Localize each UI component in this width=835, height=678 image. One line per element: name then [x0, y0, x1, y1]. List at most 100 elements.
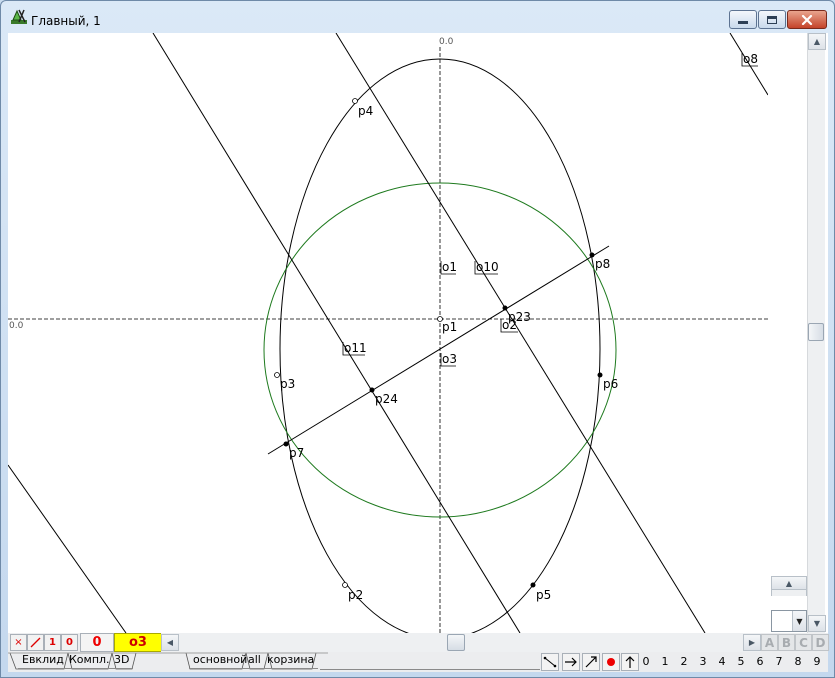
main-window: Главный, 1 0.0 0.0 p1 p4 p3 p2 p8 p23 p2…	[0, 0, 835, 678]
label-p24: p24	[375, 392, 398, 406]
segment-icon	[543, 656, 557, 668]
close-icon	[801, 14, 813, 25]
minimize-button[interactable]	[729, 10, 757, 29]
close-button[interactable]	[787, 10, 827, 29]
digit-1[interactable]: 1	[658, 655, 672, 668]
mode-b-button[interactable]: B	[778, 634, 795, 651]
horizontal-scrollbar[interactable]: ◀ ▶	[161, 633, 761, 652]
right-panel: ▲ ▼ ▲ ▼	[768, 33, 828, 633]
object-label-o1[interactable]: o1	[440, 260, 457, 275]
digit-2[interactable]: 2	[677, 655, 691, 668]
label-p6: p6	[603, 377, 618, 391]
arrow-up-icon: ▲	[813, 37, 821, 46]
digit-8[interactable]: 8	[791, 655, 805, 668]
mode-d-button[interactable]: D	[812, 634, 829, 651]
svg-text:o10: o10	[476, 260, 499, 274]
digit-6[interactable]: 6	[753, 655, 767, 668]
point-p8[interactable]	[589, 252, 595, 258]
digit-3[interactable]: 3	[696, 655, 710, 668]
tab-euclid[interactable]: Евклид	[18, 652, 68, 669]
svg-text:o2: o2	[502, 318, 517, 332]
line-5[interactable]	[267, 245, 610, 455]
svg-text:o1: o1	[442, 260, 457, 274]
tab-complex[interactable]: Компл.	[65, 652, 114, 669]
mini-scroll[interactable]: ▲	[771, 576, 807, 606]
tab-all[interactable]: all	[244, 652, 265, 669]
mini-scroll-up[interactable]: ▲	[771, 576, 807, 590]
point-p7[interactable]	[283, 441, 289, 447]
window-title: Главный, 1	[31, 14, 101, 28]
minimize-icon	[738, 21, 748, 24]
up-tool-button[interactable]	[621, 653, 639, 671]
arrow-down-icon: ▼	[813, 619, 821, 628]
label-p4: p4	[358, 104, 373, 118]
svg-text:o8: o8	[743, 52, 758, 66]
line-tool-button[interactable]	[27, 634, 44, 651]
slash-icon	[30, 637, 41, 648]
selected-object[interactable]: o3	[114, 633, 162, 652]
maximize-button[interactable]	[758, 10, 786, 29]
ray-tool-button[interactable]	[562, 653, 580, 671]
horizontal-scroll-thumb[interactable]	[447, 634, 465, 651]
point-p3[interactable]	[274, 372, 280, 378]
digit-5[interactable]: 5	[734, 655, 748, 668]
delete-button[interactable]: ×	[10, 634, 27, 651]
label-p8: p8	[595, 257, 610, 271]
drawing-canvas[interactable]: 0.0 0.0 p1 p4 p3 p2 p8 p23 p24 p6 p7 p5 …	[8, 33, 768, 633]
arrow-up-icon	[625, 656, 635, 668]
point-p6[interactable]	[597, 372, 603, 378]
digit-9[interactable]: 9	[810, 655, 824, 668]
mode-a-button[interactable]: A	[761, 634, 778, 651]
object-label-o10[interactable]: o10	[474, 260, 499, 275]
segment-tool-button[interactable]	[541, 653, 559, 671]
line-3[interactable]	[8, 464, 127, 633]
scroll-right-button[interactable]: ▶	[743, 634, 761, 651]
maximize-icon	[767, 15, 777, 24]
point-p23[interactable]	[502, 305, 508, 311]
mode-c-button[interactable]: C	[795, 634, 812, 651]
object-label-o11[interactable]: o11	[342, 341, 367, 356]
scroll-down-button[interactable]: ▼	[808, 615, 826, 632]
point-p2[interactable]	[342, 582, 348, 588]
object-label-o8[interactable]: o8	[741, 52, 758, 67]
vertical-scroll-thumb[interactable]	[808, 323, 824, 341]
digit-7[interactable]: 7	[772, 655, 786, 668]
axis-origin-top: 0.0	[439, 37, 454, 47]
vector-tool-button[interactable]	[582, 653, 600, 671]
line-1[interactable]	[152, 33, 521, 633]
scroll-left-button[interactable]: ◀	[161, 634, 179, 651]
label-p1: p1	[442, 320, 457, 334]
point-p24[interactable]	[369, 387, 375, 393]
point-tool-button[interactable]	[602, 653, 620, 671]
title-bar[interactable]: Главный, 1	[1, 1, 834, 31]
label-p7: p7	[289, 446, 304, 460]
chevron-down-icon: ▼	[796, 616, 803, 626]
layer-combo[interactable]: ▼	[771, 610, 807, 632]
geometry-drawing: 0.0 0.0 p1 p4 p3 p2 p8 p23 p24 p6 p7 p5 …	[8, 33, 768, 633]
arrow-left-icon: ◀	[166, 638, 174, 647]
digit-4[interactable]: 4	[715, 655, 729, 668]
combo-dropdown-button[interactable]: ▼	[792, 611, 806, 631]
scroll-up-button[interactable]: ▲	[808, 33, 826, 50]
digit-0[interactable]: 0	[639, 655, 653, 668]
one-button[interactable]: 1	[44, 634, 61, 651]
diagonal-arrow-icon	[585, 656, 597, 668]
point-p4[interactable]	[352, 98, 358, 104]
object-label-o2[interactable]: o2	[500, 318, 518, 333]
zero-button[interactable]: 0	[61, 634, 78, 651]
tab-main-layer[interactable]: основной	[189, 652, 252, 669]
geometry-app-icon	[10, 8, 28, 26]
arrow-up-icon: ▲	[785, 578, 793, 588]
object-count: 0	[80, 633, 114, 652]
status-toolbar: × 1 0 0 o3 ◀ ▶ A B C D	[8, 633, 829, 652]
red-dot-icon	[607, 658, 615, 666]
tabs-toolbar: Евклид Компл. 3D основной all корзина 0 …	[8, 652, 828, 672]
line-2[interactable]	[335, 33, 706, 633]
svg-text:o3: o3	[442, 352, 457, 366]
tab-3d[interactable]: 3D	[110, 652, 134, 669]
label-p3: p3	[280, 377, 295, 391]
tab-trash[interactable]: корзина	[263, 652, 319, 669]
point-p5[interactable]	[530, 582, 536, 588]
object-label-o3[interactable]: o3	[440, 352, 457, 367]
arrow-right-icon	[565, 657, 577, 667]
